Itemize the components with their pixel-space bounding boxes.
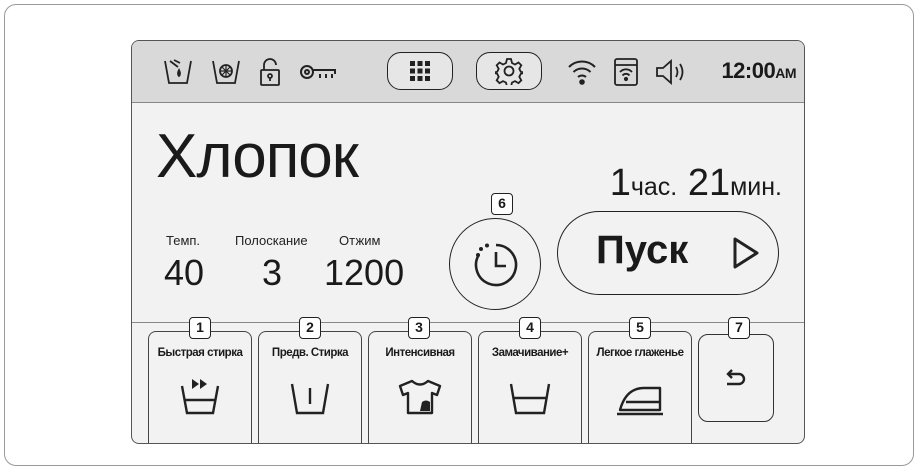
delay-end-button[interactable] xyxy=(449,218,541,310)
rinse-label: Полоскание xyxy=(235,233,308,248)
temp-value[interactable]: 40 xyxy=(164,255,204,291)
callout-1: 1 xyxy=(189,317,211,339)
program-name: Хлопок xyxy=(156,122,359,191)
clock-ampm: AM xyxy=(775,65,796,81)
eco-bubble-icon xyxy=(210,57,242,87)
status-bar: 12:00AM xyxy=(132,41,804,103)
door-unlocked-icon xyxy=(254,57,286,87)
soak-tub-icon xyxy=(509,383,551,415)
callout-5: 5 xyxy=(629,317,651,339)
start-button-label: Пуск xyxy=(596,228,689,272)
quick-wash-icon xyxy=(180,379,220,415)
option-intensive[interactable]: Интенсивная xyxy=(368,331,472,443)
option-intensive-label: Интенсивная xyxy=(385,347,455,359)
menu-grid-button[interactable] xyxy=(387,52,453,90)
rinse-value[interactable]: 3 xyxy=(262,255,282,291)
callout-4: 4 xyxy=(519,317,541,339)
option-prewash[interactable]: Предв. Стирка xyxy=(258,331,362,443)
option-soak-label: Замачивание+ xyxy=(491,347,569,359)
wifi-icon xyxy=(566,57,598,87)
sound-icon xyxy=(654,57,690,87)
delay-end-timer-icon xyxy=(474,243,518,287)
temp-label: Темп. xyxy=(166,233,201,248)
spin-value[interactable]: 1200 xyxy=(324,255,404,291)
minutes-unit: мин. xyxy=(730,173,782,201)
clock-time: 12:00 xyxy=(721,58,776,83)
option-quick-wash-label: Быстрая стирка xyxy=(157,347,243,359)
back-button[interactable] xyxy=(698,334,774,422)
option-easy-iron[interactable]: Легкое глаженье xyxy=(588,331,692,443)
remaining-minutes: 21 xyxy=(687,162,731,204)
callout-7: 7 xyxy=(728,317,750,339)
remaining-hours: 1 xyxy=(609,162,631,204)
remaining-time: 1час. 21мин. xyxy=(610,164,782,202)
intensive-shirt-icon xyxy=(398,379,442,415)
detergent-icon xyxy=(162,57,194,87)
spin-label: Отжим xyxy=(339,233,381,248)
start-button[interactable]: Пуск xyxy=(557,211,779,295)
smart-control-icon xyxy=(610,57,642,87)
hours-unit: час. xyxy=(630,173,678,201)
option-soak[interactable]: Замачивание+ xyxy=(478,331,582,443)
play-triangle-icon xyxy=(733,237,759,269)
prewash-icon xyxy=(290,383,330,415)
option-quick-wash[interactable]: Быстрая стирка xyxy=(148,331,252,443)
clock: 12:00AM xyxy=(721,58,796,84)
option-prewash-label: Предв. Стирка xyxy=(271,347,349,359)
easy-iron-icon xyxy=(617,386,663,416)
callout-3: 3 xyxy=(408,317,430,339)
options-divider xyxy=(132,322,804,323)
control-screen: 12:00AM Хлопок 1час. 21мин. Темп. Полоск… xyxy=(131,40,805,444)
menu-grid-icon xyxy=(410,61,430,81)
callout-2: 2 xyxy=(299,317,321,339)
back-arrow-icon xyxy=(726,369,746,386)
option-easy-iron-label: Легкое глаженье xyxy=(596,347,685,359)
callout-6: 6 xyxy=(491,193,513,215)
settings-gear-icon xyxy=(495,58,523,85)
child-lock-key-icon xyxy=(298,57,338,87)
settings-button[interactable] xyxy=(476,52,542,90)
